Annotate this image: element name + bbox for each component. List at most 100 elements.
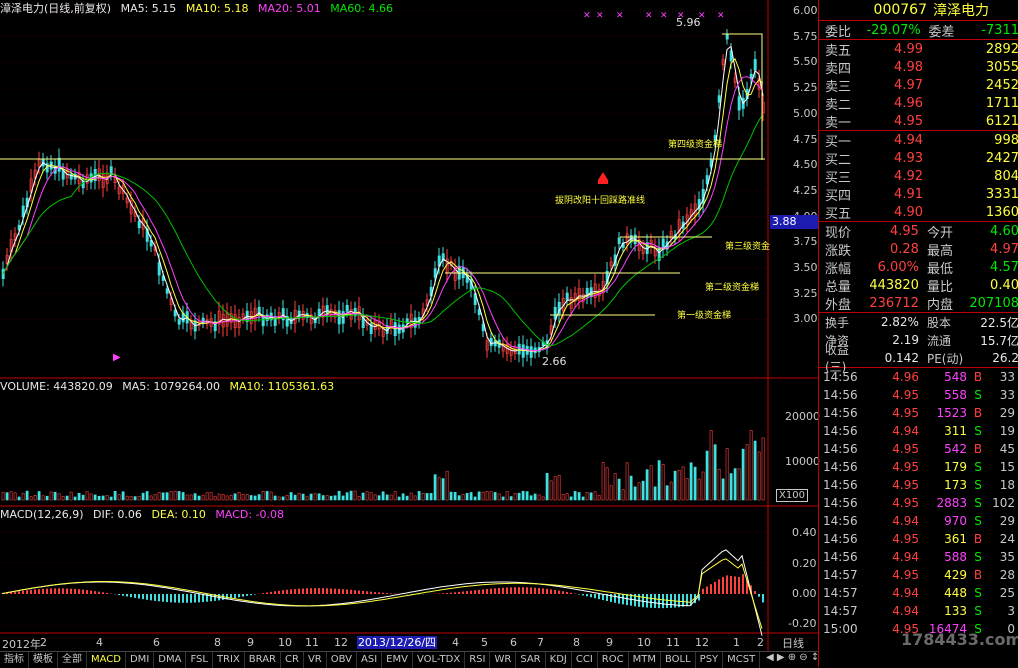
asks-volume: 2452: [985, 77, 1018, 93]
volume-bar: [137, 496, 141, 501]
signal-marker-icon: ✕: [596, 11, 604, 21]
volume-bar: [741, 448, 745, 501]
volume-bar: [81, 494, 85, 501]
candle-body: [61, 170, 65, 180]
stat-label: 最高: [926, 243, 953, 259]
tab-dmi[interactable]: DMI: [126, 652, 155, 668]
bids-label: 买三: [825, 170, 852, 186]
candle-body: [337, 310, 341, 325]
volume-bar: [641, 480, 645, 501]
macd-dif: DIF: 0.06: [93, 508, 142, 521]
tab-brar[interactable]: BRAR: [245, 652, 281, 668]
tick-price: 4.95: [892, 406, 919, 420]
volume-bar: [165, 492, 169, 501]
level1-label: 第一级资金梯: [677, 311, 732, 321]
tab-模板[interactable]: 模板: [29, 652, 58, 668]
volume-bar: [1, 492, 5, 501]
cursor-marker-icon: ▶: [113, 352, 121, 363]
stat-label: 总量: [825, 279, 852, 295]
tick-price: 4.95: [892, 388, 919, 402]
tab-trix[interactable]: TRIX: [213, 652, 245, 668]
volume-axis-20000: 20000: [785, 410, 820, 423]
tab-kdj[interactable]: KDJ: [546, 652, 572, 668]
ma5-label: MA5: 5.15: [120, 2, 177, 15]
tick-count: 25: [999, 586, 1015, 600]
ma60-label: MA60: 4.66: [330, 2, 393, 15]
up-arrow-icon: [598, 172, 608, 180]
stats-block: 现价 4.95 今开 4.60 涨跌 0.28 最高 4.97 涨幅 6.00% 最低 4.57 总量 4…: [819, 222, 1018, 313]
tab-roc[interactable]: ROC: [598, 652, 629, 668]
tab-mtm[interactable]: MTM: [629, 652, 661, 668]
tab-scroll-controls[interactable]: ◀ ▶ ⊕ ⊖ ↕: [766, 652, 819, 663]
volume-bar: [469, 492, 473, 501]
candle-body: [517, 343, 521, 355]
volume-bar: [513, 493, 517, 501]
tab-asi[interactable]: ASI: [357, 652, 383, 668]
tick-time: 15:00: [823, 622, 858, 636]
asks-label: 卖四: [825, 61, 852, 77]
volume-bar: [357, 495, 361, 501]
fund-label: 换手: [825, 315, 850, 330]
asks-price: 4.98: [894, 59, 923, 75]
tab-obv[interactable]: OBV: [327, 652, 357, 668]
volume-bar: [105, 495, 109, 501]
tick-count: 33: [999, 388, 1015, 402]
stat-value: 0.40: [990, 277, 1018, 293]
month-label: 1: [733, 636, 740, 649]
tab-全部[interactable]: 全部: [58, 652, 87, 668]
volume-bar: [565, 493, 569, 501]
ma20-label: MA20: 5.01: [258, 2, 321, 15]
tab-cci[interactable]: CCI: [572, 652, 598, 668]
volume-bar: [53, 491, 57, 501]
volume-bar: [277, 496, 281, 501]
volume-header: VOLUME: 443820.09 MA5: 1079264.00 MA10: …: [0, 380, 340, 393]
asks-volume: 3055: [985, 59, 1018, 75]
bids-price: 4.93: [894, 150, 923, 166]
volume-bar: [317, 493, 321, 501]
tick-volume: 970: [944, 514, 967, 528]
stat-value: 4.60: [990, 223, 1018, 239]
stat-value: 443820: [869, 277, 919, 293]
volume-bar: [417, 491, 421, 501]
volume-bar: [229, 494, 233, 501]
tick-volume: 173: [944, 478, 967, 492]
tab-rsi[interactable]: RSI: [465, 652, 491, 668]
volume-bar: [461, 494, 465, 501]
volume-bar: [189, 494, 193, 501]
period-label[interactable]: 日线: [782, 635, 804, 651]
month-label: 2: [757, 636, 764, 649]
tab-boll[interactable]: BOLL: [661, 652, 696, 668]
tab-sar[interactable]: SAR: [516, 652, 546, 668]
bids-volume: 3331: [985, 186, 1018, 202]
volume-bar: [753, 440, 757, 501]
kline-chart-area[interactable]: ✕ ✕ ✕ ✕ ✕ ✕ ✕ ✕▶: [0, 0, 818, 651]
tab-vol-tdx[interactable]: VOL-TDX: [413, 652, 466, 668]
tick-row: 14:56 4.96 548 B 33: [819, 368, 1018, 386]
tab-dma[interactable]: DMA: [154, 652, 187, 668]
tab-cr[interactable]: CR: [281, 652, 304, 668]
tab-fsl[interactable]: FSL: [186, 652, 213, 668]
volume-bar: [473, 496, 477, 501]
tab-指标[interactable]: 指标: [0, 652, 29, 668]
tab-psy[interactable]: PSY: [696, 652, 724, 668]
candle-body: [137, 220, 141, 229]
volume-bar: [117, 494, 121, 501]
price-tick: 3.50: [793, 261, 818, 274]
bids-row: 买四 4.91 3331: [819, 185, 1018, 204]
tick-price: 4.94: [892, 424, 919, 438]
tab-mcst[interactable]: MCST: [723, 652, 761, 668]
tab-wr[interactable]: WR: [490, 652, 517, 668]
asks-row: 卖四 4.98 3055: [819, 58, 1018, 77]
tab-emv[interactable]: EMV: [382, 652, 413, 668]
tick-flag: S: [974, 586, 982, 600]
tab-vr[interactable]: VR: [304, 652, 327, 668]
volume-bar: [717, 468, 721, 501]
stat-row: 涨幅 6.00% 最低 4.57: [819, 258, 1018, 277]
tab-macd[interactable]: MACD: [87, 652, 126, 668]
volume-bar: [177, 491, 181, 501]
tick-price: 4.95: [892, 532, 919, 546]
volume-bar: [133, 496, 137, 501]
volume-bar: [201, 494, 205, 501]
price-tick: 5.50: [793, 55, 818, 69]
month-label: 12: [695, 636, 709, 649]
